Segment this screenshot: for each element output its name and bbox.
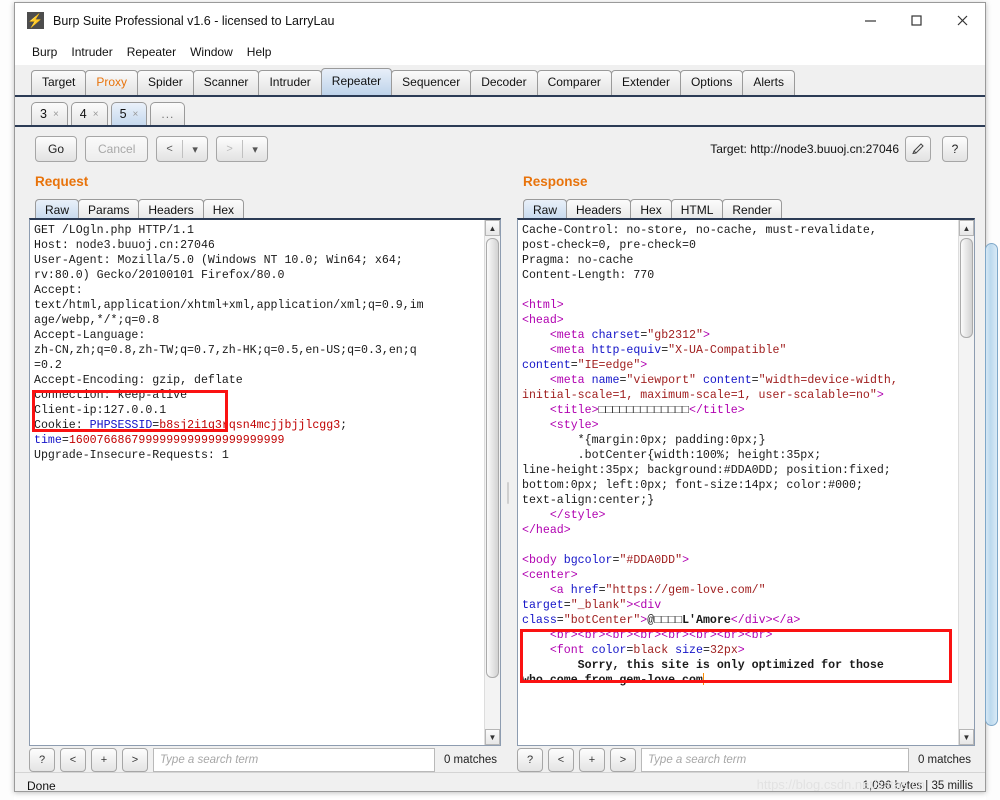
request-search-input[interactable]: Type a search term — [153, 748, 435, 772]
tab-extender[interactable]: Extender — [610, 70, 681, 95]
target-area: Target: http://node3.buuoj.cn:27046 ? — [710, 136, 973, 162]
forward-arrow-icon: > — [226, 143, 233, 155]
tab-options[interactable]: Options — [679, 70, 744, 95]
help-icon[interactable]: ? — [942, 136, 968, 162]
request-scrollbar[interactable]: ▲ ▼ — [484, 220, 500, 745]
close-icon[interactable]: × — [93, 104, 99, 125]
menu-item-window[interactable]: Window — [183, 43, 240, 61]
splitter-grip — [507, 481, 509, 504]
background-window-scrollbar — [985, 243, 998, 726]
back-button[interactable]: < ▾ — [156, 136, 209, 162]
cancel-button: Cancel — [85, 136, 149, 162]
response-stats: 1,096 bytes | 35 millis — [862, 779, 973, 792]
menu-item-help[interactable]: Help — [240, 43, 279, 61]
close-icon[interactable]: × — [133, 104, 139, 125]
repeater-tab-4[interactable]: 4 × — [70, 102, 108, 125]
request-search-bar: ? < + > Type a search term 0 matches — [29, 746, 501, 774]
title-bar: ⚡ Burp Suite Professional v1.6 - license… — [15, 3, 985, 39]
repeater-toolbar: Go Cancel < ▾ > ▾ Target: http://node3.b… — [15, 127, 985, 171]
response-scrollbar[interactable]: ▲ ▼ — [958, 220, 974, 745]
go-button[interactable]: Go — [35, 136, 78, 162]
chevron-down-icon[interactable]: ▾ — [243, 143, 268, 156]
tab-alerts[interactable]: Alerts — [742, 70, 796, 95]
response-title: Response — [523, 174, 588, 189]
request-editor[interactable]: GET /LOgln.php HTTP/1.1 Host: node3.buuo… — [30, 220, 484, 745]
burp-suite-window: ⚡ Burp Suite Professional v1.6 - license… — [14, 2, 986, 792]
response-search-input[interactable]: Type a search term — [641, 748, 909, 772]
tab-decoder[interactable]: Decoder — [470, 70, 538, 95]
tab-intruder[interactable]: Intruder — [258, 70, 322, 95]
close-button[interactable] — [939, 3, 985, 39]
scroll-up-icon[interactable]: ▲ — [959, 220, 974, 236]
tab-proxy[interactable]: Proxy — [85, 70, 139, 95]
tab-repeater[interactable]: Repeater — [320, 68, 393, 95]
request-response-panes: Request Raw Params Headers Hex GET /LOgl… — [15, 171, 985, 791]
repeater-tab-5-label: 5 — [119, 106, 127, 121]
response-pane: Response Raw Headers Hex HTML Render Cac… — [511, 171, 979, 791]
window-title: Burp Suite Professional v1.6 - licensed … — [53, 13, 335, 28]
search-next-button[interactable]: > — [610, 748, 636, 772]
close-icon[interactable]: × — [53, 104, 59, 125]
search-help-icon[interactable]: ? — [517, 748, 543, 772]
repeater-sub-tab-bar: 3 × 4 × 5 × ... — [15, 97, 985, 127]
scrollbar-thumb[interactable] — [486, 238, 499, 678]
scroll-up-icon[interactable]: ▲ — [485, 220, 500, 236]
tab-comparer[interactable]: Comparer — [536, 70, 612, 95]
repeater-new-tab-button[interactable]: ... — [150, 102, 186, 125]
back-arrow-icon: < — [166, 143, 173, 155]
response-match-count: 0 matches — [917, 754, 971, 766]
status-bar: Done 1,096 bytes | 35 millis — [15, 772, 985, 792]
repeater-content: Go Cancel < ▾ > ▾ Target: http://node3.b… — [15, 127, 985, 792]
response-search-bar: ? < + > Type a search term 0 matches — [517, 746, 975, 774]
main-tab-bar: Target Proxy Spider Scanner Intruder Rep… — [15, 65, 985, 97]
search-add-button[interactable]: + — [91, 748, 117, 772]
request-editor-wrap: GET /LOgln.php HTTP/1.1 Host: node3.buuo… — [29, 218, 501, 746]
scroll-down-icon[interactable]: ▼ — [485, 729, 500, 745]
repeater-tab-3-label: 3 — [40, 106, 47, 121]
scrollbar-thumb[interactable] — [960, 238, 973, 338]
search-add-button[interactable]: + — [579, 748, 605, 772]
scroll-down-icon[interactable]: ▼ — [959, 729, 974, 745]
status-text: Done — [27, 778, 56, 792]
repeater-tab-3[interactable]: 3 × — [31, 102, 68, 125]
target-url-label: Target: http://node3.buuoj.cn:27046 — [710, 142, 899, 156]
tab-spider[interactable]: Spider — [137, 70, 194, 95]
tab-target[interactable]: Target — [31, 70, 87, 95]
forward-button[interactable]: > ▾ — [216, 136, 269, 162]
request-title: Request — [35, 174, 89, 189]
tab-scanner[interactable]: Scanner — [192, 70, 260, 95]
search-prev-button[interactable]: < — [548, 748, 574, 772]
pane-splitter[interactable] — [506, 171, 510, 791]
response-editor[interactable]: Cache-Control: no-store, no-cache, must-… — [518, 220, 958, 745]
background-left-strip — [0, 0, 14, 800]
repeater-tab-4-label: 4 — [79, 106, 87, 121]
menu-item-intruder[interactable]: Intruder — [64, 43, 119, 61]
menu-item-repeater[interactable]: Repeater — [120, 43, 183, 61]
burp-bolt-icon: ⚡ — [27, 12, 44, 29]
tab-sequencer[interactable]: Sequencer — [391, 70, 472, 95]
menu-item-burp[interactable]: Burp — [25, 43, 64, 61]
search-next-button[interactable]: > — [122, 748, 148, 772]
chevron-down-icon[interactable]: ▾ — [183, 143, 208, 156]
maximize-button[interactable] — [893, 3, 939, 39]
search-help-icon[interactable]: ? — [29, 748, 55, 772]
response-editor-wrap: Cache-Control: no-store, no-cache, must-… — [517, 218, 975, 746]
minimize-button[interactable] — [847, 3, 893, 39]
request-match-count: 0 matches — [443, 754, 497, 766]
pencil-icon[interactable] — [905, 136, 931, 162]
repeater-tab-5[interactable]: 5 × — [110, 102, 148, 125]
menu-bar: Burp Intruder Repeater Window Help — [15, 39, 985, 65]
request-pane: Request Raw Params Headers Hex GET /LOgl… — [23, 171, 505, 791]
search-prev-button[interactable]: < — [60, 748, 86, 772]
